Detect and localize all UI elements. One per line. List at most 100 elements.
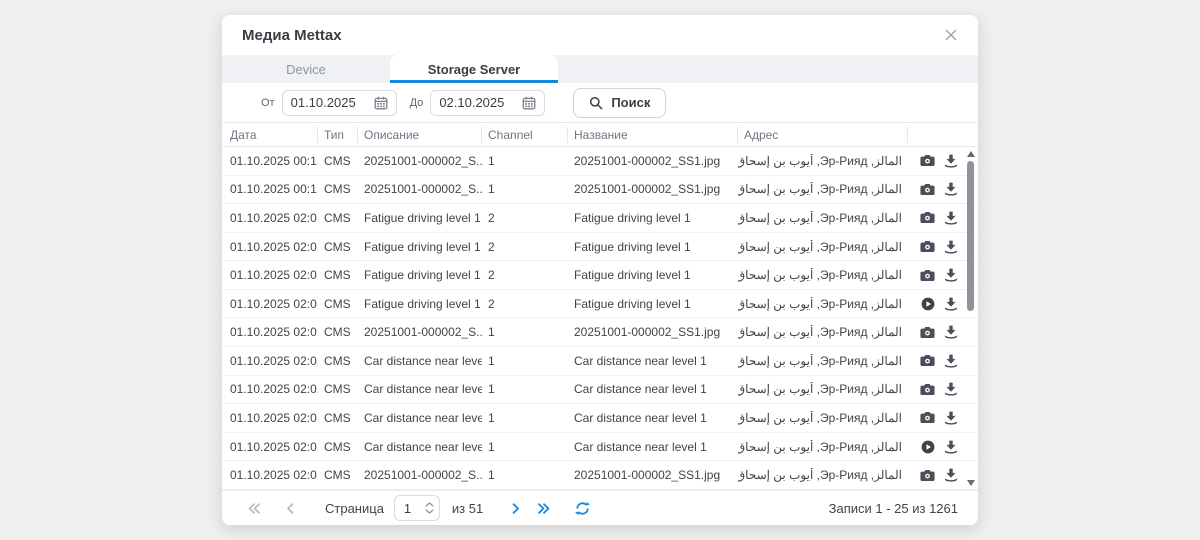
- cell-type: CMS: [318, 154, 358, 168]
- cell-name: Fatigue driving level 1: [568, 240, 738, 254]
- search-button[interactable]: Поиск: [573, 88, 666, 118]
- download-icon[interactable]: [944, 297, 958, 311]
- cell-actions: [908, 182, 964, 196]
- date-from-input[interactable]: 01.10.2025: [282, 90, 397, 116]
- table-row[interactable]: 01.10.2025 00:1... CMS 20251001-000002_S…: [222, 176, 978, 205]
- page-number-value: 1: [404, 501, 411, 516]
- cell-type: CMS: [318, 468, 358, 482]
- cell-actions: [908, 354, 964, 368]
- column-header-date[interactable]: Дата: [222, 127, 318, 143]
- download-icon[interactable]: [944, 354, 958, 368]
- cell-name: Car distance near level 1: [568, 440, 738, 454]
- cell-description: Car distance near level 1: [358, 382, 482, 396]
- cell-date: 01.10.2025 02:0...: [222, 468, 318, 482]
- cell-actions: [908, 268, 964, 282]
- table-row[interactable]: 01.10.2025 02:0... CMS Car distance near…: [222, 404, 978, 433]
- scrollbar-up-arrow-icon[interactable]: [967, 151, 975, 157]
- last-page-button[interactable]: [537, 502, 551, 515]
- download-icon[interactable]: [944, 182, 958, 196]
- cell-description: Car distance near level 1: [358, 354, 482, 368]
- spinner-down-icon[interactable]: [425, 509, 434, 514]
- calendar-icon[interactable]: [374, 96, 388, 110]
- table-row[interactable]: 01.10.2025 02:0... CMS Fatigue driving l…: [222, 261, 978, 290]
- prev-page-button[interactable]: [285, 502, 295, 515]
- table-body-wrap: 01.10.2025 00:1... CMS 20251001-000002_S…: [222, 147, 978, 490]
- scrollbar[interactable]: [966, 147, 975, 490]
- camera-icon[interactable]: [920, 383, 935, 396]
- first-page-button[interactable]: [247, 502, 261, 515]
- cell-date: 01.10.2025 00:1...: [222, 154, 318, 168]
- camera-icon[interactable]: [920, 326, 935, 339]
- table-header: Дата Тип Описание Channel Название Адрес: [222, 122, 978, 147]
- table-row[interactable]: 01.10.2025 02:0... CMS 20251001-000002_S…: [222, 461, 978, 490]
- cell-description: Fatigue driving level 1: [358, 211, 482, 225]
- cell-channel: 1: [482, 468, 568, 482]
- close-icon[interactable]: [942, 26, 960, 44]
- date-from-label: От: [261, 97, 275, 109]
- download-icon[interactable]: [944, 468, 958, 482]
- next-page-button[interactable]: [511, 502, 521, 515]
- cell-channel: 1: [482, 182, 568, 196]
- download-icon[interactable]: [944, 411, 958, 425]
- date-to-input[interactable]: 02.10.2025: [430, 90, 545, 116]
- download-icon[interactable]: [944, 440, 958, 454]
- cell-type: CMS: [318, 440, 358, 454]
- dialog-title: Медиа Mettax: [242, 27, 342, 44]
- camera-icon[interactable]: [920, 154, 935, 167]
- cell-description: 20251001-000002_S...: [358, 154, 482, 168]
- scrollbar-thumb[interactable]: [967, 161, 974, 311]
- download-icon[interactable]: [944, 382, 958, 396]
- cell-address: المالز, Эр-Рияд, أيوب بن إسحاق, ة...: [738, 440, 908, 454]
- camera-icon[interactable]: [920, 469, 935, 482]
- cell-date: 01.10.2025 02:0...: [222, 354, 318, 368]
- cell-channel: 2: [482, 211, 568, 225]
- cell-name: 20251001-000002_SS1.jpg: [568, 468, 738, 482]
- refresh-icon[interactable]: [575, 501, 590, 516]
- play-icon[interactable]: [921, 297, 935, 311]
- download-icon[interactable]: [944, 268, 958, 282]
- cell-actions: [908, 468, 964, 482]
- download-icon[interactable]: [944, 240, 958, 254]
- cell-channel: 2: [482, 297, 568, 311]
- date-to-label: До: [410, 97, 424, 109]
- download-icon[interactable]: [944, 154, 958, 168]
- camera-icon[interactable]: [920, 354, 935, 367]
- cell-date: 01.10.2025 02:0...: [222, 297, 318, 311]
- column-header-channel[interactable]: Channel: [482, 127, 568, 143]
- cell-channel: 1: [482, 440, 568, 454]
- camera-icon[interactable]: [920, 240, 935, 253]
- table-row[interactable]: 01.10.2025 00:1... CMS 20251001-000002_S…: [222, 147, 978, 176]
- page-count-label: из 51: [452, 501, 483, 516]
- table-row[interactable]: 01.10.2025 02:0... CMS Car distance near…: [222, 433, 978, 462]
- page-number-input[interactable]: 1: [394, 495, 440, 521]
- download-icon[interactable]: [944, 211, 958, 225]
- calendar-icon[interactable]: [522, 96, 536, 110]
- table-row[interactable]: 01.10.2025 02:0... CMS 20251001-000002_S…: [222, 318, 978, 347]
- camera-icon[interactable]: [920, 211, 935, 224]
- table-row[interactable]: 01.10.2025 02:0... CMS Fatigue driving l…: [222, 204, 978, 233]
- scrollbar-down-arrow-icon[interactable]: [967, 480, 975, 486]
- download-icon[interactable]: [944, 325, 958, 339]
- camera-icon[interactable]: [920, 269, 935, 282]
- table-row[interactable]: 01.10.2025 02:0... CMS Car distance near…: [222, 347, 978, 376]
- cell-date: 01.10.2025 02:0...: [222, 211, 318, 225]
- date-to-value: 02.10.2025: [439, 95, 504, 110]
- page-background: Медиа Mettax Device Storage Server От 01…: [0, 0, 1200, 540]
- tab-device[interactable]: Device: [222, 55, 390, 83]
- spinner-up-icon[interactable]: [425, 502, 434, 507]
- search-button-label: Поиск: [611, 95, 650, 110]
- table-row[interactable]: 01.10.2025 02:0... CMS Fatigue driving l…: [222, 290, 978, 319]
- column-header-description[interactable]: Описание: [358, 127, 482, 143]
- camera-icon[interactable]: [920, 411, 935, 424]
- play-icon[interactable]: [921, 440, 935, 454]
- cell-actions: [908, 240, 964, 254]
- pagination-bar: Страница 1 из 51: [222, 490, 978, 525]
- column-header-type[interactable]: Тип: [318, 127, 358, 143]
- cell-actions: [908, 211, 964, 225]
- table-row[interactable]: 01.10.2025 02:0... CMS Car distance near…: [222, 376, 978, 405]
- column-header-address[interactable]: Адрес: [738, 127, 908, 143]
- column-header-name[interactable]: Название: [568, 127, 738, 143]
- table-row[interactable]: 01.10.2025 02:0... CMS Fatigue driving l…: [222, 233, 978, 262]
- camera-icon[interactable]: [920, 183, 935, 196]
- tab-storage-server[interactable]: Storage Server: [390, 55, 558, 83]
